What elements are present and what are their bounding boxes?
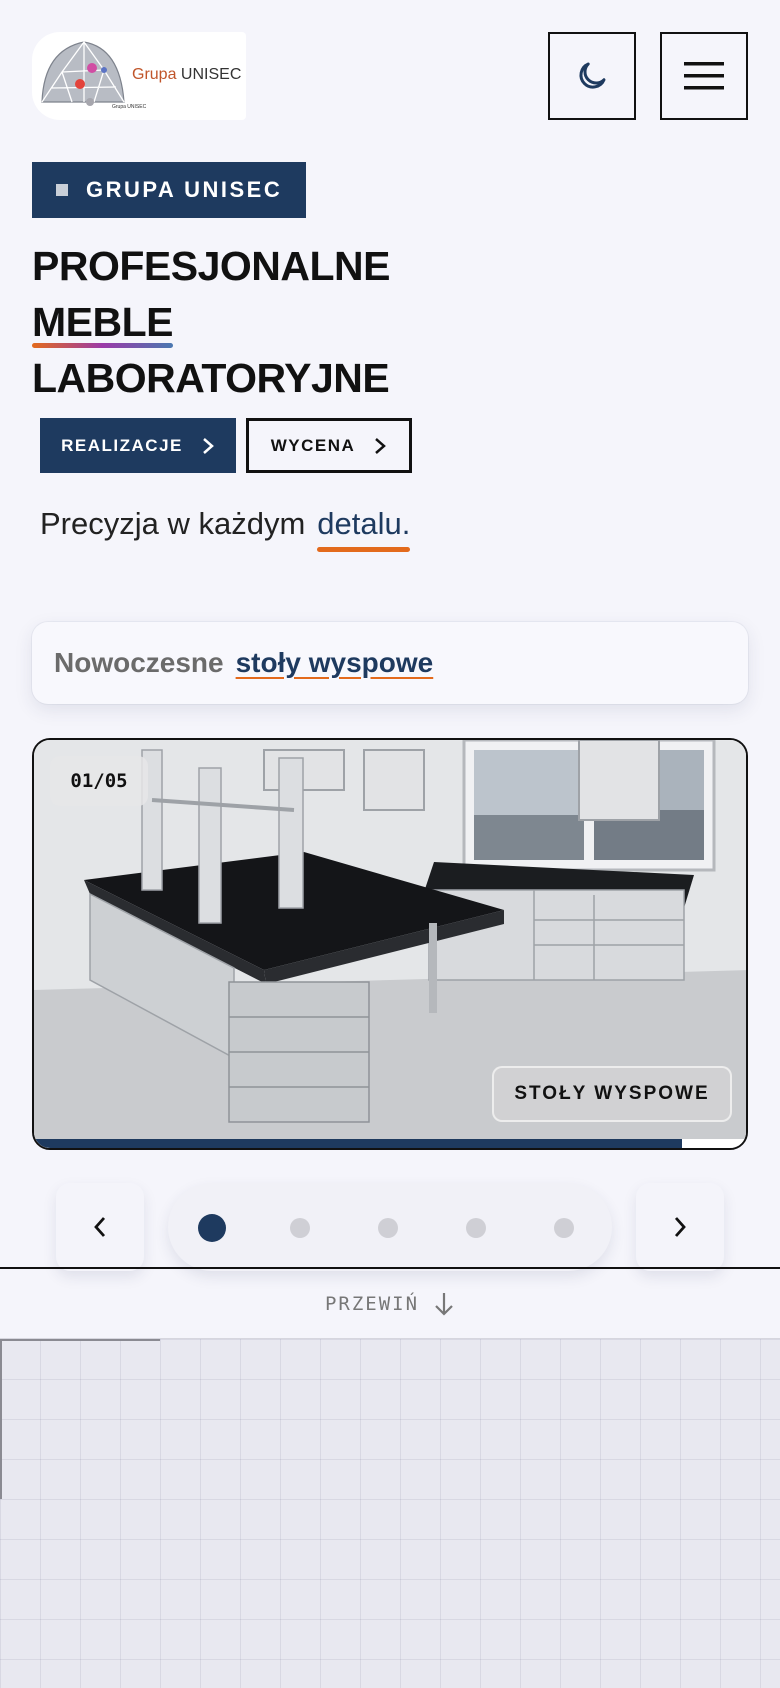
hero-actions: REALIZACJE WYCENA [40, 418, 412, 473]
feature-prefix: Nowoczesne [54, 647, 224, 678]
grid-background-section [0, 1338, 780, 1688]
slide-caption: STOŁY WYSPOWE [492, 1066, 732, 1122]
scroll-hint[interactable]: PRZEWIŃ [0, 1290, 780, 1318]
next-slide-button[interactable] [636, 1183, 724, 1271]
realizations-button-label: REALIZACJE [61, 435, 183, 455]
scroll-hint-label: PRZEWIŃ [324, 1293, 420, 1315]
chevron-right-icon [203, 437, 214, 454]
logo-small-text: Grupa UNISEC [112, 104, 147, 110]
badge-label: GRUPA UNISEC [86, 177, 283, 202]
theme-toggle-button[interactable] [548, 32, 636, 120]
section-divider [0, 1267, 780, 1269]
slide-counter: 01/05 [50, 756, 148, 806]
chevron-right-icon [375, 437, 387, 454]
company-logo[interactable]: Grupa UNISEC Grupa UNISEC [32, 32, 246, 120]
hero-title: PROFESJONALNE MEBLE LABORATORYJNE [32, 238, 391, 406]
slide-pagination [168, 1183, 612, 1271]
hamburger-menu-icon [684, 62, 724, 90]
square-bullet-icon [56, 184, 68, 196]
pagination-dot[interactable] [378, 1218, 398, 1238]
chevron-left-icon [94, 1217, 106, 1237]
arrow-down-icon [435, 1293, 453, 1316]
image-slider[interactable]: 01/05 STOŁY WYSPOWE [32, 738, 748, 1150]
slider-controls [56, 1183, 724, 1271]
slide-progress-fill [34, 1139, 682, 1148]
hero-title-line-1: PROFESJONALNE [32, 243, 391, 289]
feature-value: stoły wyspowe [235, 647, 434, 678]
quote-button[interactable]: WYCENA [246, 418, 412, 473]
moon-icon [579, 62, 606, 89]
corner-marker [0, 1339, 160, 1341]
pagination-dot[interactable] [554, 1218, 574, 1238]
previous-slide-button[interactable] [56, 1183, 144, 1271]
site-header: Grupa UNISEC Grupa UNISEC [32, 32, 748, 120]
company-badge: GRUPA UNISEC [32, 162, 306, 218]
logo-wordmark: Grupa UNISEC [132, 66, 242, 83]
hero-title-line-3: LABORATORYJNE [32, 355, 390, 401]
realizations-button[interactable]: REALIZACJE [40, 418, 236, 473]
slide-progress-bar [34, 1139, 746, 1148]
chevron-right-icon [674, 1217, 686, 1237]
menu-button[interactable] [660, 32, 748, 120]
corner-marker [0, 1339, 2, 1499]
tagline-prefix: Precyzja w każdym [40, 506, 306, 541]
feature-card: Nowoczesne stoły wyspowe [32, 622, 748, 704]
hero-title-line-2: MEBLE [32, 294, 174, 350]
tagline-accent: detalu. [317, 506, 411, 552]
pagination-dot[interactable] [466, 1218, 486, 1238]
pagination-dot[interactable] [290, 1218, 310, 1238]
quote-button-label: WYCENA [270, 435, 356, 455]
hero-tagline: Precyzja w każdym detalu. [40, 506, 411, 552]
pagination-dot[interactable] [198, 1214, 226, 1242]
